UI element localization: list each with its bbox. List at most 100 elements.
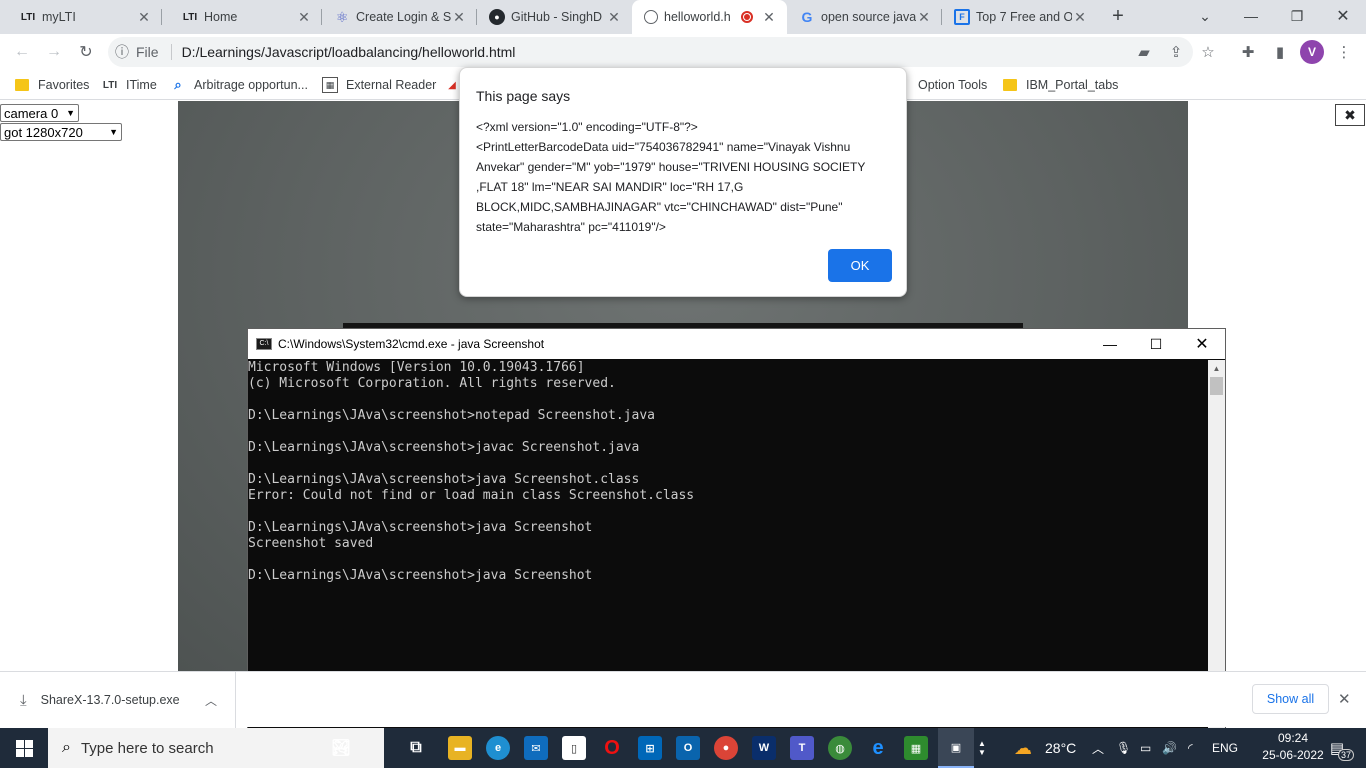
- tab-title: Home: [204, 10, 238, 24]
- console-line: Screenshot saved: [248, 536, 374, 551]
- tab-title: open source java: [821, 10, 916, 24]
- chevron-up-icon[interactable]: ︿: [1092, 728, 1104, 768]
- tab-mylti[interactable]: LTI myLTI ✕: [0, 0, 162, 34]
- weather-icon[interactable]: ☁: [1014, 728, 1032, 768]
- camera-in-use-icon[interactable]: ▰: [1132, 40, 1156, 64]
- globe-icon[interactable]: ◍: [828, 736, 852, 760]
- bookmark-label: ITime: [126, 78, 157, 92]
- camera-select[interactable]: camera 0 ▼: [0, 104, 79, 122]
- tab-github[interactable]: ● GitHub - SinghD ✕: [477, 0, 632, 34]
- close-icon[interactable]: ✕: [1338, 690, 1351, 708]
- lti-logo-icon: LTI: [20, 11, 36, 23]
- bookmark-label: Option Tools: [918, 78, 988, 92]
- close-window-icon[interactable]: ✕: [1320, 0, 1366, 32]
- close-icon[interactable]: ✕: [606, 9, 622, 25]
- battery-icon[interactable]: ▭: [1140, 728, 1151, 768]
- opera-icon[interactable]: O: [600, 736, 624, 760]
- weather-temp[interactable]: 28°C: [1045, 728, 1076, 768]
- network-icon[interactable]: ◜: [1188, 728, 1193, 768]
- console-line: D:\Learnings\JAva\screenshot>notepad Scr…: [248, 408, 655, 423]
- resolution-select-value: got 1280x720: [4, 124, 83, 140]
- close-icon[interactable]: ✕: [916, 9, 932, 25]
- resolution-select[interactable]: got 1280x720 ▼: [0, 123, 122, 141]
- start-button[interactable]: [0, 728, 48, 768]
- bookmark-external-reader[interactable]: ▦ External Reader: [322, 76, 436, 94]
- bookmark-ibm-portal[interactable]: IBM_Portal_tabs: [1002, 76, 1118, 94]
- close-icon[interactable]: ✕: [1179, 329, 1225, 359]
- minimize-icon[interactable]: —: [1228, 0, 1274, 32]
- cmd-window: C:\ C:\Windows\System32\cmd.exe - java S…: [247, 328, 1226, 730]
- cmd-icon: C:\: [256, 338, 272, 350]
- close-icon[interactable]: ✕: [136, 9, 152, 25]
- scroll-up-icon[interactable]: ▲: [1208, 360, 1225, 376]
- chevron-down-icon[interactable]: ▼: [978, 748, 986, 757]
- bookmark-itime[interactable]: LTI ITime: [102, 76, 157, 94]
- microphone-icon[interactable]: 🎙: [1116, 728, 1131, 768]
- new-tab-button[interactable]: +: [1100, 0, 1136, 32]
- camera-select-value: camera 0: [4, 105, 59, 121]
- url-text[interactable]: D:/Learnings/Javascript/loadbalancing/he…: [182, 44, 516, 60]
- info-icon[interactable]: ⓘ: [108, 42, 136, 62]
- back-icon[interactable]: ←: [8, 38, 36, 66]
- spreadsheet-icon[interactable]: ▦: [904, 736, 928, 760]
- teams-icon[interactable]: T: [790, 736, 814, 760]
- close-icon[interactable]: ✕: [296, 9, 312, 25]
- clock[interactable]: 09:24 25-06-2022: [1262, 730, 1324, 764]
- task-view-icon[interactable]: ⧉: [404, 736, 428, 760]
- tab-create-login[interactable]: ⚛ Create Login & S ✕: [322, 0, 477, 34]
- language-indicator[interactable]: ENG: [1212, 728, 1238, 768]
- share-icon[interactable]: ⇪: [1164, 40, 1188, 64]
- reader-icon: ▦: [322, 77, 338, 93]
- bookmark-star-icon[interactable]: ☆: [1196, 40, 1220, 64]
- address-bar[interactable]: ⓘ File D:/Learnings/Javascript/loadbalan…: [108, 37, 1193, 67]
- search-highlight-icon[interactable]: 🏞: [329, 736, 353, 760]
- bookmark-label: Arbitrage opportun...: [194, 78, 308, 92]
- reload-icon[interactable]: ↻: [72, 38, 100, 66]
- scroll-thumb[interactable]: [1210, 377, 1223, 395]
- menu-icon[interactable]: ⋮: [1332, 40, 1356, 64]
- store-icon[interactable]: ⊞: [638, 736, 662, 760]
- internet-explorer-icon[interactable]: e: [866, 736, 890, 760]
- forward-icon[interactable]: →: [40, 38, 68, 66]
- notification-badge[interactable]: ▤ 37: [1324, 737, 1354, 761]
- close-icon[interactable]: ✕: [1072, 9, 1088, 25]
- console-line: D:\Learnings\JAva\screenshot>javac Scree…: [248, 440, 640, 455]
- restore-icon[interactable]: ❐: [1274, 0, 1320, 32]
- edge-icon[interactable]: e: [486, 736, 510, 760]
- outlook-icon[interactable]: O: [676, 736, 700, 760]
- taskbar-scroll[interactable]: ▲ ▼: [976, 728, 988, 768]
- close-icon[interactable]: ✕: [451, 9, 467, 25]
- tab-top-7-free[interactable]: F Top 7 Free and O ✕: [942, 0, 1098, 34]
- extensions-icon[interactable]: ✚: [1236, 40, 1260, 64]
- cmd-taskbar-icon[interactable]: ▣: [938, 728, 974, 768]
- volume-icon[interactable]: 🔊: [1162, 728, 1177, 768]
- cmd-titlebar[interactable]: C:\ C:\Windows\System32\cmd.exe - java S…: [248, 329, 1225, 359]
- file-explorer-icon[interactable]: ▬: [448, 736, 472, 760]
- notification-count: 37: [1337, 749, 1354, 761]
- tab-open-source-java[interactable]: G open source java ✕: [787, 0, 942, 34]
- console-line: D:\Learnings\JAva\screenshot>java Screen…: [248, 520, 593, 535]
- close-icon[interactable]: ✕: [761, 9, 777, 25]
- tab-helloworld[interactable]: helloworld.h ✕: [632, 0, 787, 34]
- document-icon[interactable]: ▯: [562, 736, 586, 760]
- side-panel-icon[interactable]: ▮: [1268, 40, 1292, 64]
- webex-icon[interactable]: W: [752, 736, 776, 760]
- mail-icon[interactable]: ✉: [524, 736, 548, 760]
- close-icon[interactable]: ✖: [1335, 104, 1365, 126]
- chevron-up-icon[interactable]: ▲: [978, 739, 986, 748]
- maximize-icon[interactable]: ☐: [1133, 329, 1179, 359]
- download-item[interactable]: ⤓ ShareX-13.7.0-setup.exe ︿: [0, 672, 236, 728]
- tab-search-icon[interactable]: ⌄: [1182, 0, 1228, 32]
- bookmark-arbitrage[interactable]: ⌕ Arbitrage opportun...: [170, 76, 308, 94]
- bookmark-favorites[interactable]: Favorites: [14, 76, 89, 94]
- tab-home[interactable]: LTI Home ✕: [162, 0, 322, 34]
- tab-title: GitHub - SinghD: [511, 10, 603, 24]
- chevron-up-icon[interactable]: ︿: [205, 692, 217, 709]
- show-all-button[interactable]: Show all: [1252, 684, 1329, 714]
- lti-logo-icon: LTI: [182, 11, 198, 23]
- avatar[interactable]: V: [1300, 40, 1324, 64]
- bookmark-option-tools[interactable]: Option Tools: [918, 76, 987, 94]
- chrome-icon[interactable]: ●: [714, 736, 738, 760]
- ok-button[interactable]: OK: [828, 249, 892, 282]
- minimize-icon[interactable]: —: [1087, 329, 1133, 359]
